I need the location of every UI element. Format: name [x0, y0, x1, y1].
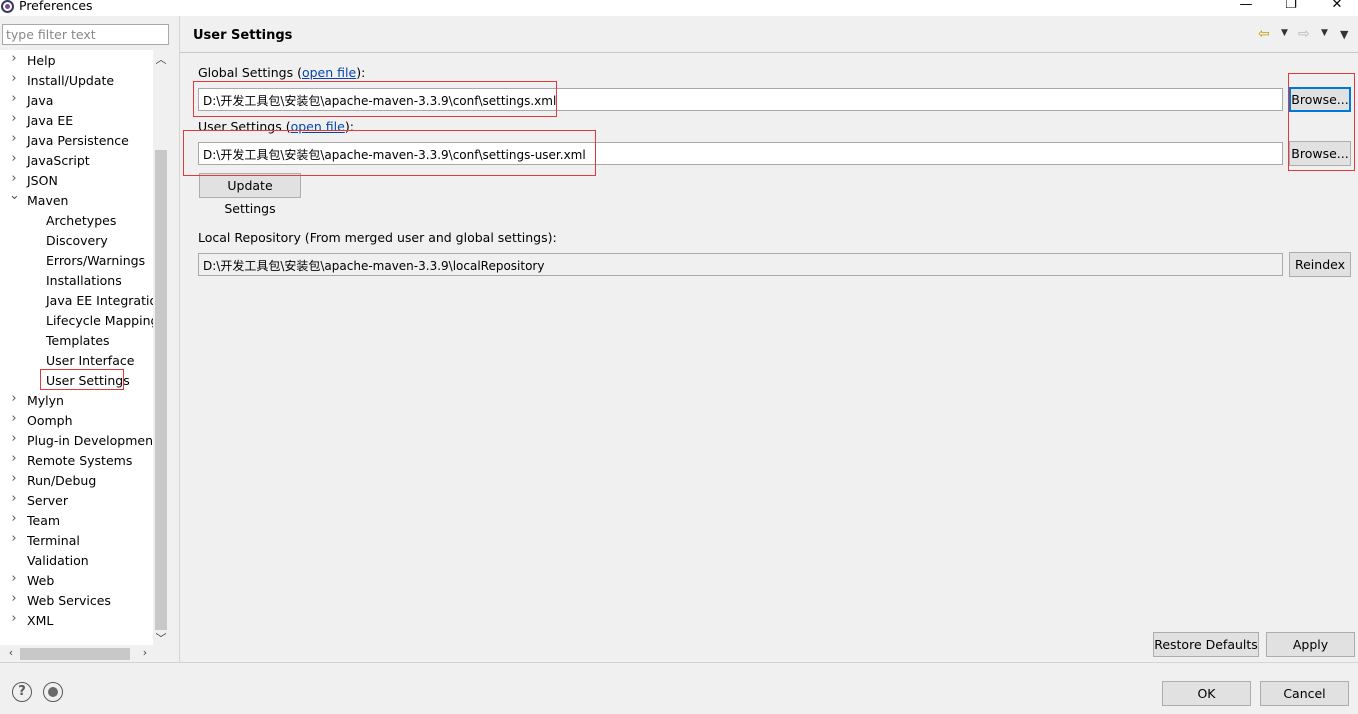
- local-repository-label: Local Repository (From merged user and g…: [198, 230, 557, 245]
- tree-expand-icon[interactable]: ›: [9, 152, 19, 165]
- filter-input[interactable]: [2, 24, 169, 45]
- global-open-file-link[interactable]: open file: [302, 65, 356, 80]
- scroll-right-icon[interactable]: ›: [138, 646, 152, 659]
- tree-item-javascript[interactable]: JavaScript: [27, 151, 90, 171]
- restore-button[interactable]: ❐: [1281, 0, 1301, 12]
- forward-menu-chevron-icon[interactable]: ▼: [1321, 28, 1328, 38]
- tree-expand-icon[interactable]: ›: [9, 92, 19, 105]
- tree-item-maven[interactable]: Maven: [27, 191, 68, 211]
- tree-item-lifecycle-mapping[interactable]: Lifecycle Mapping: [46, 311, 153, 331]
- view-menu-icon[interactable]: ▼: [1340, 28, 1348, 41]
- restore-defaults-button[interactable]: Restore Defaults: [1153, 632, 1259, 657]
- tree-item-xml[interactable]: XML: [27, 611, 53, 631]
- tree-item-remote-systems[interactable]: Remote Systems: [27, 451, 132, 471]
- tree-collapse-icon[interactable]: ⌄: [9, 189, 20, 202]
- title-separator: [180, 52, 1358, 53]
- tree-item-mylyn[interactable]: Mylyn: [27, 391, 64, 411]
- tree-expand-icon[interactable]: ›: [9, 572, 19, 585]
- user-settings-label: User Settings (open file):: [198, 119, 354, 134]
- tree-item-oomph[interactable]: Oomph: [27, 411, 73, 431]
- tree-item-team[interactable]: Team: [27, 511, 60, 531]
- tree-expand-icon[interactable]: ›: [9, 132, 19, 145]
- user-open-file-link[interactable]: open file: [291, 119, 345, 134]
- tree-expand-icon[interactable]: ›: [9, 532, 19, 545]
- back-arrow-icon[interactable]: ⇦: [1258, 26, 1270, 42]
- global-settings-label-suffix: ):: [356, 65, 366, 80]
- tree-item-run-debug[interactable]: Run/Debug: [27, 471, 96, 491]
- cancel-button[interactable]: Cancel: [1260, 681, 1349, 706]
- tree-item-java-ee-integration[interactable]: Java EE Integration: [46, 291, 153, 311]
- tree-item-server[interactable]: Server: [27, 491, 68, 511]
- tree-expand-icon[interactable]: ›: [9, 112, 19, 125]
- tree-expand-icon[interactable]: ›: [9, 412, 19, 425]
- tree-expand-icon[interactable]: ›: [9, 52, 19, 65]
- tree-item-json[interactable]: JSON: [27, 171, 58, 191]
- tree-expand-icon[interactable]: ›: [9, 492, 19, 505]
- tree-expand-icon[interactable]: ›: [9, 72, 19, 85]
- tree-item-install-update[interactable]: Install/Update: [27, 71, 114, 91]
- update-settings-button[interactable]: Update Settings: [199, 173, 301, 216]
- local-repository-field: D:\开发工具包\安装包\apache-maven-3.3.9\localRep…: [198, 253, 1283, 276]
- tree-item-plug-in-development[interactable]: Plug-in Development: [27, 431, 153, 451]
- tree-vertical-scroll-thumb[interactable]: [155, 150, 167, 630]
- global-settings-field[interactable]: D:\开发工具包\安装包\apache-maven-3.3.9\conf\set…: [198, 88, 1283, 111]
- tree-expand-icon[interactable]: ›: [9, 172, 19, 185]
- user-settings-field[interactable]: D:\开发工具包\安装包\apache-maven-3.3.9\conf\set…: [198, 142, 1283, 165]
- tree-item-terminal[interactable]: Terminal: [27, 531, 80, 551]
- tree-horizontal-scroll-thumb[interactable]: [20, 648, 130, 660]
- tree-item-user-settings[interactable]: User Settings: [46, 371, 130, 391]
- tree-expand-icon[interactable]: ›: [9, 472, 19, 485]
- ok-button[interactable]: OK: [1162, 681, 1251, 706]
- global-browse-button[interactable]: Browse...: [1289, 87, 1351, 112]
- tree-item-java-ee[interactable]: Java EE: [27, 111, 73, 131]
- tree-item-discovery[interactable]: Discovery: [46, 231, 108, 251]
- minimize-button[interactable]: —: [1236, 0, 1256, 12]
- close-button[interactable]: ✕: [1327, 0, 1347, 12]
- global-settings-label-text: Global Settings (: [198, 65, 302, 80]
- tree-item-java-persistence[interactable]: Java Persistence: [27, 131, 129, 151]
- tree-item-user-interface[interactable]: User Interface: [46, 351, 134, 371]
- tree-item-archetypes[interactable]: Archetypes: [46, 211, 116, 231]
- user-browse-button[interactable]: Browse...: [1289, 141, 1351, 166]
- global-settings-label: Global Settings (open file):: [198, 65, 365, 80]
- tree-expand-icon[interactable]: ›: [9, 432, 19, 445]
- page-title: User Settings: [193, 28, 293, 43]
- tree-item-help[interactable]: Help: [27, 51, 56, 71]
- window-title: Preferences: [19, 0, 93, 13]
- tree-item-java[interactable]: Java: [27, 91, 53, 111]
- apply-button[interactable]: Apply: [1266, 632, 1355, 657]
- tree-expand-icon[interactable]: ›: [9, 452, 19, 465]
- user-settings-label-text: User Settings (: [198, 119, 291, 134]
- back-menu-chevron-icon[interactable]: ▼: [1281, 28, 1288, 38]
- eclipse-app-icon: [1, 0, 14, 13]
- panel-divider[interactable]: [179, 16, 180, 662]
- tree-item-web-services[interactable]: Web Services: [27, 591, 111, 611]
- tree-item-installations[interactable]: Installations: [46, 271, 122, 291]
- reindex-button[interactable]: Reindex: [1289, 252, 1351, 277]
- scroll-left-icon[interactable]: ‹: [4, 646, 18, 659]
- tree-expand-icon[interactable]: ›: [9, 592, 19, 605]
- scroll-up-icon[interactable]: ︿: [154, 51, 168, 67]
- user-settings-label-suffix: ):: [344, 119, 354, 134]
- tree-expand-icon[interactable]: ›: [9, 512, 19, 525]
- title-bar: [0, 0, 1358, 16]
- forward-arrow-icon: ⇨: [1298, 26, 1310, 42]
- tree-expand-icon[interactable]: ›: [9, 612, 19, 625]
- scroll-down-icon[interactable]: ﹀: [154, 630, 168, 646]
- tree-expand-icon[interactable]: ›: [9, 392, 19, 405]
- preferences-tree: › Help › Install/Update › Java › Java EE › Java P…: [0, 50, 153, 645]
- footer-separator: [0, 662, 1358, 663]
- import-export-icon[interactable]: [43, 682, 63, 702]
- tree-item-errors-warnings[interactable]: Errors/Warnings: [46, 251, 145, 271]
- help-icon[interactable]: ?: [12, 682, 32, 702]
- tree-item-web[interactable]: Web: [27, 571, 54, 591]
- tree-item-templates[interactable]: Templates: [46, 331, 110, 351]
- tree-item-validation[interactable]: Validation: [27, 551, 89, 571]
